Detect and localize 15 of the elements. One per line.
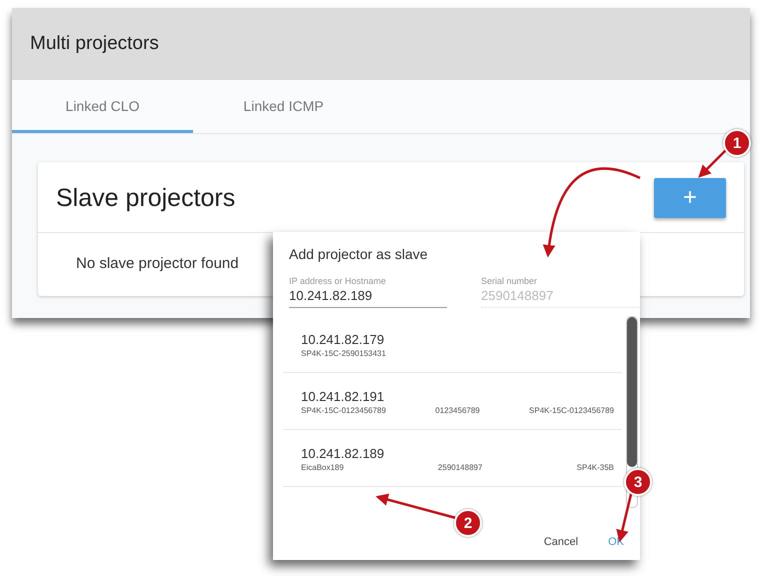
page-title: Multi projectors xyxy=(30,33,159,55)
projector-item[interactable]: 10.241.82.179 SP4K-15C-2590153431 xyxy=(283,316,622,373)
card-title: Slave projectors xyxy=(56,184,236,212)
projector-item[interactable]: 10.241.82.189 EicaBox189 2590148897 SP4K-35B xyxy=(283,430,622,487)
projector-item[interactable]: 10.241.82.191 SP4K-15C-0123456789 0123456789 SP4K-15C-0123456789 xyxy=(283,373,622,430)
cancel-button[interactable]: Cancel xyxy=(542,534,580,550)
callout-arrow xyxy=(698,149,727,178)
field-label: Serial number xyxy=(481,276,538,286)
field-label: IP address or Hostname xyxy=(289,276,387,286)
empty-message: No slave projector found xyxy=(76,255,239,272)
dialog-title: Add projector as slave xyxy=(289,246,428,262)
tab[interactable]: Linked ICMP xyxy=(193,80,374,133)
tab[interactable]: Linked CLO xyxy=(12,80,193,133)
callout-number: 3 xyxy=(624,468,652,496)
input-field[interactable]: 10.241.82.189 xyxy=(289,288,447,303)
